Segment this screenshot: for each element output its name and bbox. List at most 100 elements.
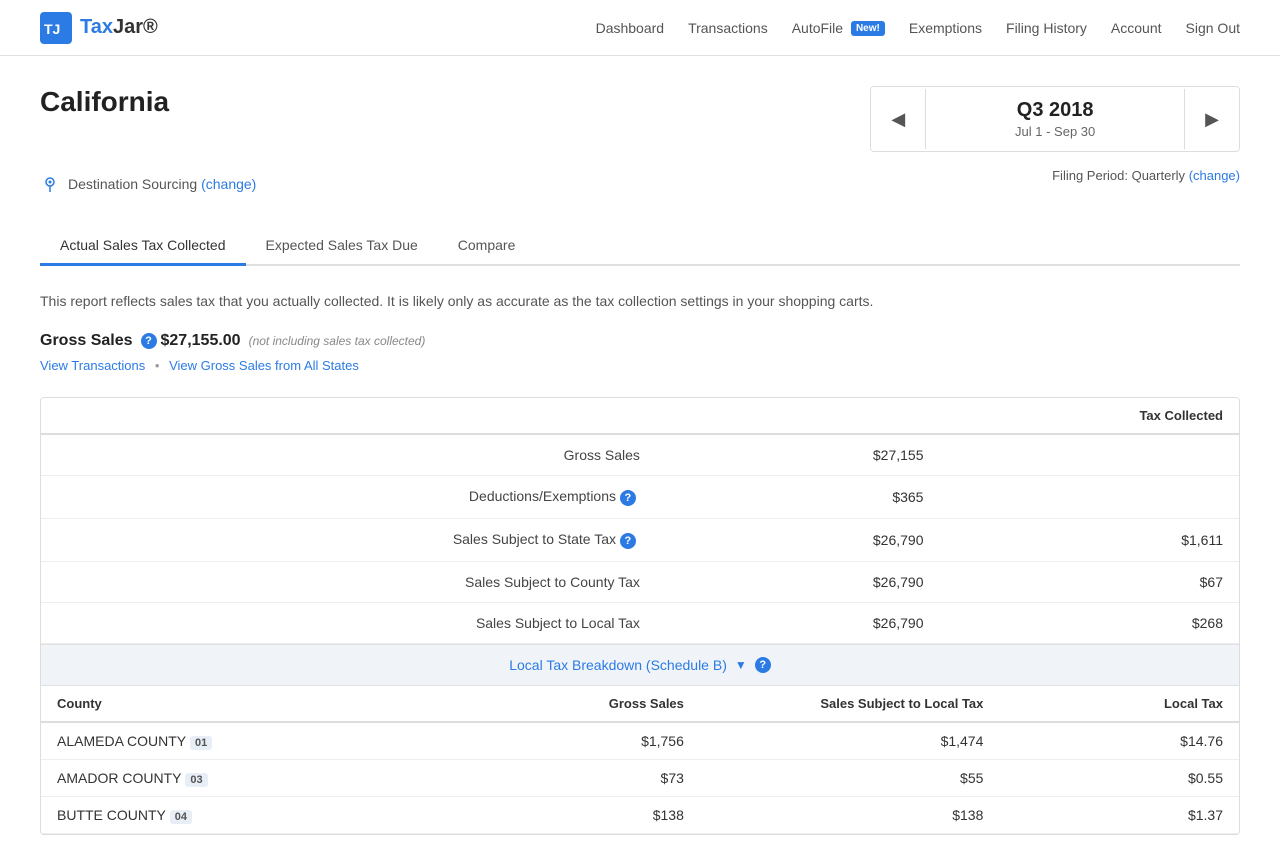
quarter-display: Q3 2018 Jul 1 - Sep 30 [925, 89, 1185, 149]
prev-quarter-button[interactable]: ◀ [871, 87, 925, 151]
county-name-alameda: ALAMEDA COUNTY 01 [41, 722, 460, 760]
th-county: County [41, 686, 460, 722]
autofile-badge: New! [851, 21, 885, 36]
view-gross-sales-link[interactable]: View Gross Sales from All States [169, 358, 359, 373]
nav-autofile[interactable]: AutoFile New! [792, 20, 885, 36]
row-value-deductions: $365 [700, 476, 940, 519]
row-label-deductions: Deductions/Exemptions ? [41, 476, 700, 519]
local-breakdown-help-icon[interactable]: ? [755, 657, 771, 673]
row-value-gross-sales: $27,155 [700, 434, 940, 476]
nav-account[interactable]: Account [1111, 20, 1162, 36]
tab-actual[interactable]: Actual Sales Tax Collected [40, 227, 246, 266]
county-name-butte: BUTTE COUNTY 04 [41, 797, 460, 834]
county-tax-butte: $1.37 [999, 797, 1239, 834]
svg-text:TJ: TJ [44, 21, 60, 37]
chevron-down-icon: ▼ [735, 658, 747, 672]
county-tax-amador: $0.55 [999, 760, 1239, 797]
view-transactions-link[interactable]: View Transactions [40, 358, 145, 373]
logo-icon: TJ [40, 12, 72, 44]
header: TJ TaxJar® Dashboard Transactions AutoFi… [0, 0, 1280, 56]
county-badge: 04 [170, 810, 192, 824]
page-title: California [40, 86, 169, 118]
row-tax-local-tax: $268 [939, 603, 1239, 644]
deductions-info-icon[interactable]: ? [620, 490, 636, 506]
table-body: Gross Sales $27,155 Deductions/Exemption… [41, 434, 1239, 644]
county-row: ALAMEDA COUNTY 01 $1,756 $1,474 $14.76 [41, 722, 1239, 760]
tab-expected[interactable]: Expected Sales Tax Due [246, 227, 438, 266]
county-gross-butte: $138 [460, 797, 700, 834]
county-gross-alameda: $1,756 [460, 722, 700, 760]
gross-sales-note: (not including sales tax collected) [249, 334, 426, 348]
table-row: Sales Subject to Local Tax $26,790 $268 [41, 603, 1239, 644]
table-row: Sales Subject to State Tax ? $26,790 $1,… [41, 519, 1239, 562]
sourcing-change-link[interactable]: (change) [201, 176, 256, 192]
row-label-gross-sales: Gross Sales [41, 434, 700, 476]
table-row: Deductions/Exemptions ? $365 [41, 476, 1239, 519]
county-subject-alameda: $1,474 [700, 722, 1000, 760]
main-table-container: Tax Collected Gross Sales $27,155 Deduct… [40, 397, 1240, 835]
local-breakdown-link[interactable]: Local Tax Breakdown (Schedule B) [509, 657, 727, 673]
row-label-state-tax: Sales Subject to State Tax ? [41, 519, 700, 562]
top-row: California ◀ Q3 2018 Jul 1 - Sep 30 ▶ [40, 86, 1240, 152]
nav-exemptions[interactable]: Exemptions [909, 20, 982, 36]
sourcing-label: Destination Sourcing (change) [68, 176, 256, 192]
gross-sales-amount: $27,155.00 [161, 332, 241, 350]
county-badge: 01 [190, 736, 212, 750]
county-tax-alameda: $14.76 [999, 722, 1239, 760]
gross-sales-label: Gross Sales [40, 332, 133, 350]
row-value-county-tax: $26,790 [700, 562, 940, 603]
next-quarter-button[interactable]: ▶ [1185, 87, 1239, 151]
tab-compare[interactable]: Compare [438, 227, 536, 266]
th-gross: Gross Sales [460, 686, 700, 722]
table-header-row: Tax Collected [41, 398, 1239, 434]
row-value-local-tax: $26,790 [700, 603, 940, 644]
filing-period-change-link[interactable]: (change) [1189, 168, 1240, 183]
gross-sales-info-icon[interactable]: ? [141, 333, 157, 349]
row-tax-deductions [939, 476, 1239, 519]
county-badge: 03 [185, 773, 207, 787]
county-gross-amador: $73 [460, 760, 700, 797]
nav-filing-history[interactable]: Filing History [1006, 20, 1087, 36]
county-table-body: ALAMEDA COUNTY 01 $1,756 $1,474 $14.76 A… [41, 722, 1239, 834]
nav-sign-out[interactable]: Sign Out [1186, 20, 1240, 36]
row-label-local-tax: Sales Subject to Local Tax [41, 603, 700, 644]
county-subject-butte: $138 [700, 797, 1000, 834]
logo: TJ TaxJar® [40, 12, 158, 44]
county-row: AMADOR COUNTY 03 $73 $55 $0.55 [41, 760, 1239, 797]
row-label-county-tax: Sales Subject to County Tax [41, 562, 700, 603]
nav-dashboard[interactable]: Dashboard [596, 20, 665, 36]
table-row: Sales Subject to County Tax $26,790 $67 [41, 562, 1239, 603]
table-row: Gross Sales $27,155 [41, 434, 1239, 476]
report-description: This report reflects sales tax that you … [40, 290, 1240, 312]
links-separator: • [155, 358, 160, 373]
th-tax-collected: Tax Collected [939, 398, 1239, 434]
th-local-tax: Local Tax [999, 686, 1239, 722]
county-row: BUTTE COUNTY 04 $138 $138 $1.37 [41, 797, 1239, 834]
county-header-row: County Gross Sales Sales Subject to Loca… [41, 686, 1239, 722]
links-row: View Transactions • View Gross Sales fro… [40, 358, 1240, 373]
nav-transactions[interactable]: Transactions [688, 20, 768, 36]
main-table: Tax Collected Gross Sales $27,155 Deduct… [41, 398, 1239, 644]
quarter-dates: Jul 1 - Sep 30 [966, 124, 1144, 139]
county-table: County Gross Sales Sales Subject to Loca… [41, 686, 1239, 834]
row-tax-gross-sales [939, 434, 1239, 476]
logo-text: TaxJar® [80, 16, 158, 39]
th-subject: Sales Subject to Local Tax [700, 686, 1000, 722]
sourcing-row: Destination Sourcing (change) [40, 174, 256, 194]
main-nav: Dashboard Transactions AutoFile New! Exe… [596, 20, 1240, 36]
quarter-navigator: ◀ Q3 2018 Jul 1 - Sep 30 ▶ [870, 86, 1240, 152]
row-tax-state-tax: $1,611 [939, 519, 1239, 562]
row-tax-county-tax: $67 [939, 562, 1239, 603]
th-amount [700, 398, 940, 434]
row-value-state-tax: $26,790 [700, 519, 940, 562]
main-content: California ◀ Q3 2018 Jul 1 - Sep 30 ▶ [0, 56, 1280, 865]
county-subject-amador: $55 [700, 760, 1000, 797]
local-breakdown-bar: Local Tax Breakdown (Schedule B) ▼ ? [41, 644, 1239, 686]
state-tax-info-icon[interactable]: ? [620, 533, 636, 549]
county-name-amador: AMADOR COUNTY 03 [41, 760, 460, 797]
th-empty [41, 398, 700, 434]
sourcing-icon [40, 174, 60, 194]
tabs: Actual Sales Tax Collected Expected Sale… [40, 227, 1240, 266]
quarter-label: Q3 2018 [966, 99, 1144, 122]
filing-period: Filing Period: Quarterly (change) [1052, 168, 1240, 183]
